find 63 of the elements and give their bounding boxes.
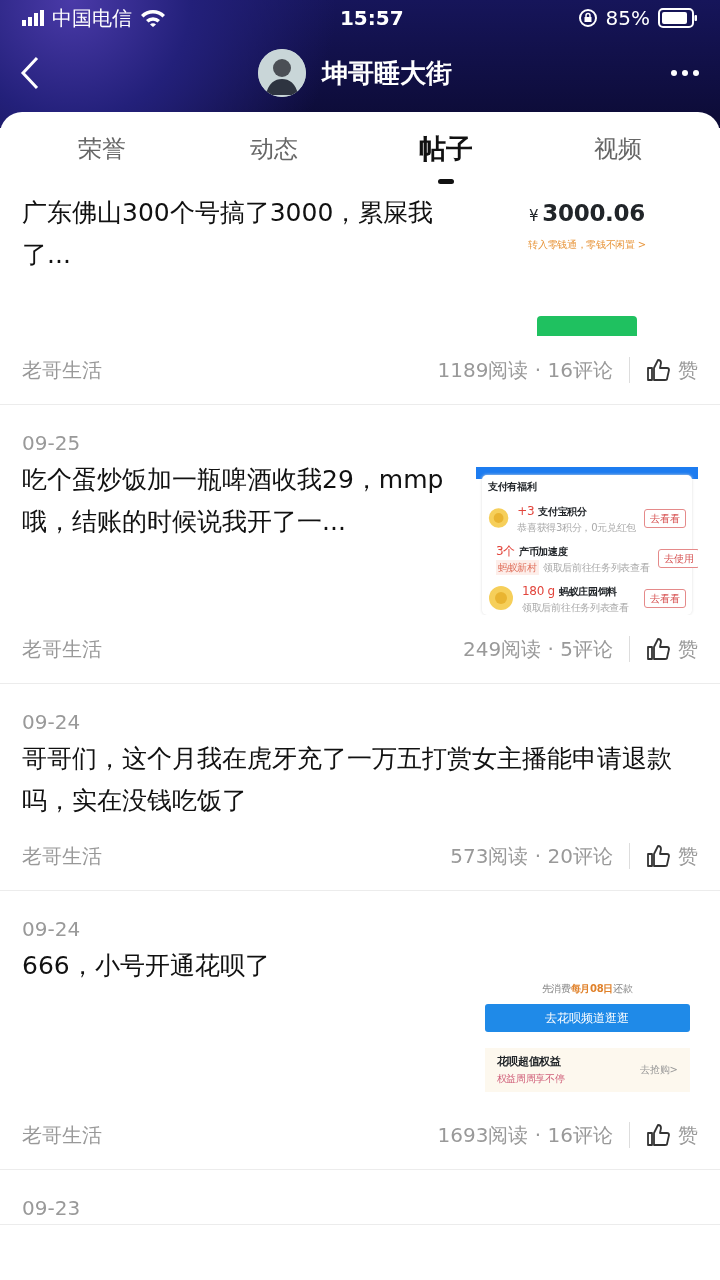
thumbs-up-icon[interactable] [646, 358, 670, 382]
thumbs-up-icon[interactable] [646, 637, 670, 661]
post-category[interactable]: 老哥生活 [22, 634, 102, 664]
post-date: 09-23 [22, 1195, 82, 1222]
channel-button[interactable]: 去花呗频道逛逛 [484, 1004, 690, 1032]
promo-subtitle: 权益周周享不停 [496, 1071, 565, 1086]
signal-icon [22, 10, 44, 26]
post-stats: 1189阅读 · 16评论 [437, 357, 613, 384]
reward-note: 领取后前往任务列表查看 [522, 600, 629, 615]
card-heading: 支付有福利 [488, 480, 538, 494]
avatar[interactable] [258, 49, 306, 97]
post-date: 09-24 [22, 709, 82, 736]
reward-button[interactable]: 去使用 [657, 548, 698, 568]
post-category[interactable]: 老哥生活 [22, 355, 102, 385]
post-category[interactable]: 老哥生活 [22, 1120, 102, 1150]
post-title[interactable]: 666，小号开通花呗了 [22, 945, 460, 987]
post-stats: 249阅读 · 5评论 [463, 636, 613, 663]
reward-note: 领取后前往任务列表查看 [542, 560, 650, 575]
wifi-icon [140, 9, 166, 27]
reward-tag: 蚂蚁新村 [496, 559, 539, 575]
thumbs-up-icon[interactable] [646, 844, 670, 868]
battery-percentage: 85% [605, 5, 650, 32]
tab[interactable]: 荣誉 [37, 112, 167, 186]
reward-name: 蚂蚁庄园饲料 [558, 584, 618, 599]
post-stats: 1693阅读 · 16评论 [437, 1122, 613, 1149]
like-label[interactable]: 赞 [678, 634, 698, 664]
carrier-name: 中国电信 [52, 5, 132, 32]
promo-title: 花呗超值权益 [496, 1054, 562, 1070]
promo-link[interactable]: 去抢购> [640, 1062, 678, 1078]
like-label[interactable]: 赞 [678, 1120, 698, 1150]
reward-note: 恭喜获得3积分，0元兑红包 [517, 520, 636, 535]
reward-value: +3 [517, 502, 535, 520]
tab[interactable]: 帖子 [381, 112, 511, 186]
back-icon[interactable] [20, 56, 40, 90]
reward-name: 支付宝积分 [538, 504, 587, 519]
post-date: 09-25 [22, 430, 82, 457]
thumbs-up-icon[interactable] [646, 1123, 670, 1147]
reward-value: 3个 [496, 542, 516, 560]
post-title[interactable]: 哥哥们，这个月我在虎牙充了一万五打赏女主播能申请退款吗，实在没钱吃饭了 [22, 738, 698, 822]
post-category[interactable]: 老哥生活 [22, 841, 102, 871]
currency-symbol: ¥ [529, 206, 539, 227]
post-title[interactable]: 广东佛山300个号搞了3000，累屎我了... [22, 192, 460, 276]
battery-icon [658, 8, 698, 28]
clock-time: 15:57 [339, 5, 404, 32]
rotation-lock-icon [577, 8, 598, 28]
more-icon[interactable] [670, 69, 700, 77]
reward-button[interactable]: 去看看 [644, 508, 686, 528]
transfer-link[interactable]: 转入零钱通，零钱不闲置 > [528, 236, 646, 252]
tab[interactable]: 视频 [553, 112, 683, 186]
repayment-note: 先消费每月08日还款 [541, 982, 633, 996]
reward-value: 180 g [522, 582, 555, 600]
post-date: 09-24 [22, 916, 82, 943]
post-title[interactable]: 吃个蛋炒饭加一瓶啤酒收我29，mmp哦，结账的时候说我开了一... [22, 459, 460, 543]
reward-button[interactable]: 去看看 [644, 588, 686, 608]
user-name: 坤哥睡大街 [322, 56, 452, 90]
coin-icon [488, 505, 510, 531]
reward-name: 产币加速度 [519, 544, 568, 559]
tab[interactable]: 动态 [209, 112, 339, 186]
balance-amount: 3000.06 [542, 199, 645, 228]
coin-icon [488, 585, 514, 611]
like-label[interactable]: 赞 [678, 841, 698, 871]
post-stats: 573阅读 · 20评论 [450, 843, 613, 870]
like-label[interactable]: 赞 [678, 355, 698, 385]
